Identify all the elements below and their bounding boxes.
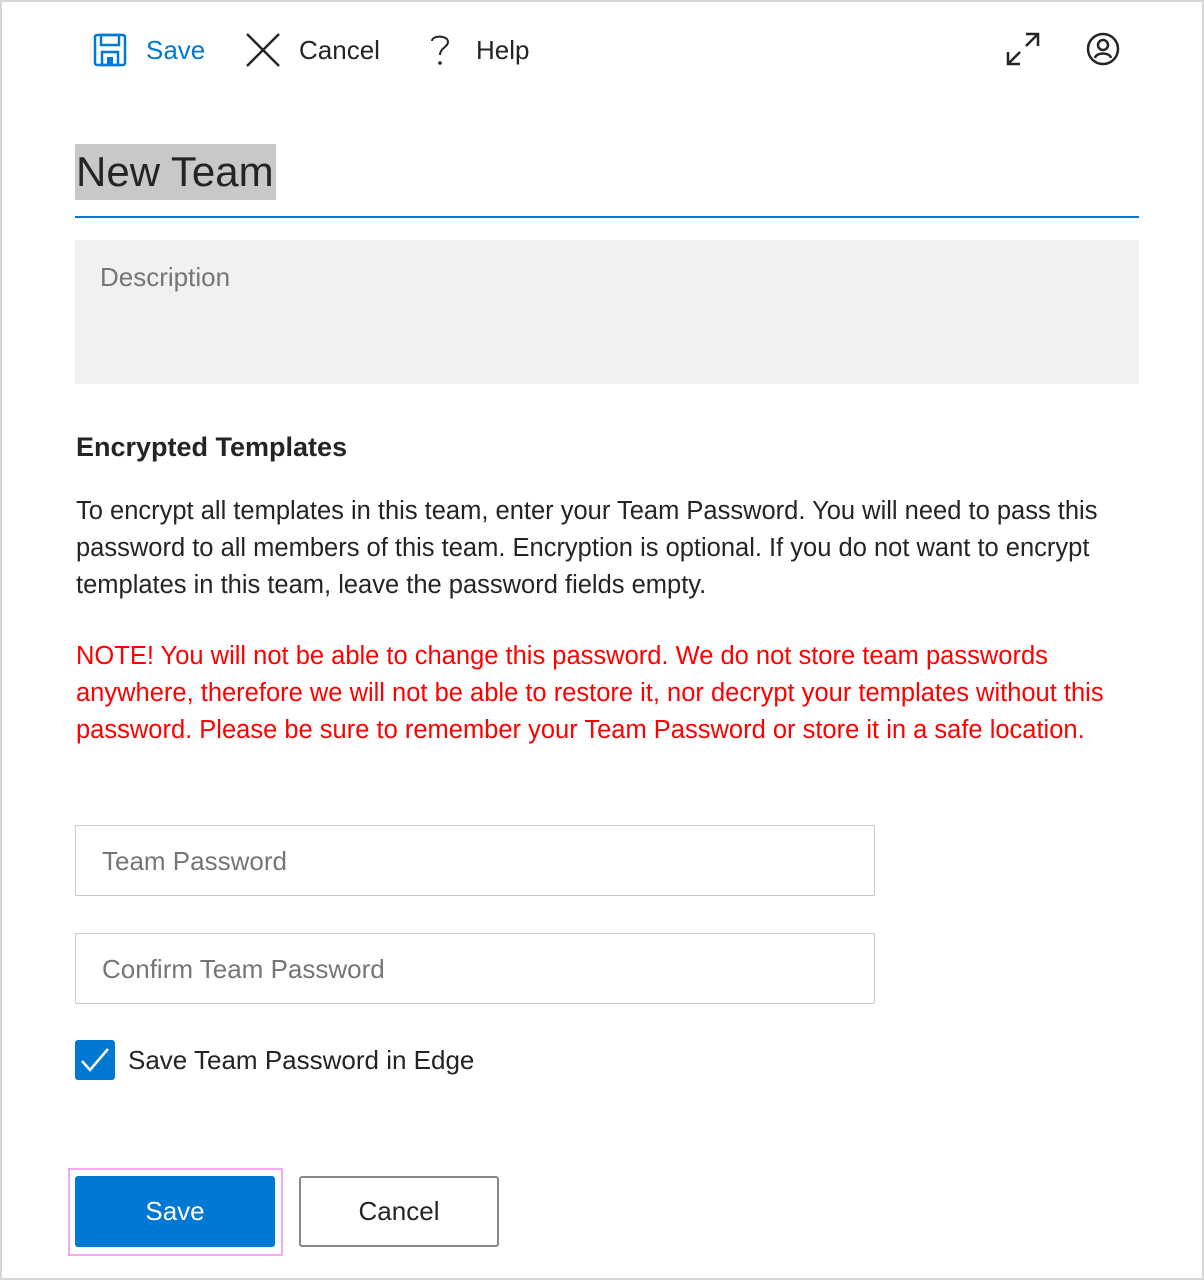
toolbar-cancel-button[interactable]: Cancel <box>245 28 380 72</box>
confirm-team-password-input[interactable]: Confirm Team Password <box>75 933 875 1004</box>
save-password-in-edge-checkbox-row[interactable]: Save Team Password in Edge <box>75 1040 474 1080</box>
description-textarea[interactable]: Description <box>75 240 1139 384</box>
encrypted-templates-heading: Encrypted Templates <box>76 432 348 462</box>
toolbar-save-label: Save <box>146 34 206 65</box>
save-password-in-edge-checkbox[interactable] <box>75 1040 115 1080</box>
close-x-icon <box>245 32 281 68</box>
encryption-info-text: To encrypt all templates in this team, e… <box>76 497 1098 599</box>
expand-button[interactable] <box>1004 30 1042 68</box>
toolbar-cancel-label: Cancel <box>299 34 380 65</box>
toolbar-help-label: Help <box>476 34 530 65</box>
expand-arrows-icon <box>1006 32 1040 66</box>
cancel-button[interactable]: Cancel <box>299 1176 499 1247</box>
team-password-input[interactable]: Team Password <box>75 825 875 896</box>
toolbar: Save Cancel Help <box>2 2 1202 92</box>
team-name-value: New Team <box>75 144 276 200</box>
floppy-disk-icon <box>92 32 128 68</box>
password-warning-note: NOTE! You will not be able to change thi… <box>76 642 1104 744</box>
dialog-window: Save Cancel Help New Team Description En… <box>0 0 1204 1280</box>
team-name-input[interactable]: New Team <box>75 142 1139 218</box>
save-password-in-edge-label: Save Team Password in Edge <box>128 1044 475 1075</box>
toolbar-help-button[interactable]: Help <box>422 28 529 72</box>
save-button[interactable]: Save <box>75 1176 275 1247</box>
account-button[interactable] <box>1084 30 1122 68</box>
checkmark-icon <box>81 1048 109 1072</box>
confirm-team-password-placeholder: Confirm Team Password <box>102 954 385 984</box>
team-password-placeholder: Team Password <box>102 846 287 876</box>
question-mark-icon <box>422 32 458 68</box>
user-account-icon <box>1086 32 1120 66</box>
description-placeholder: Description <box>100 262 231 292</box>
toolbar-save-button[interactable]: Save <box>92 28 205 72</box>
